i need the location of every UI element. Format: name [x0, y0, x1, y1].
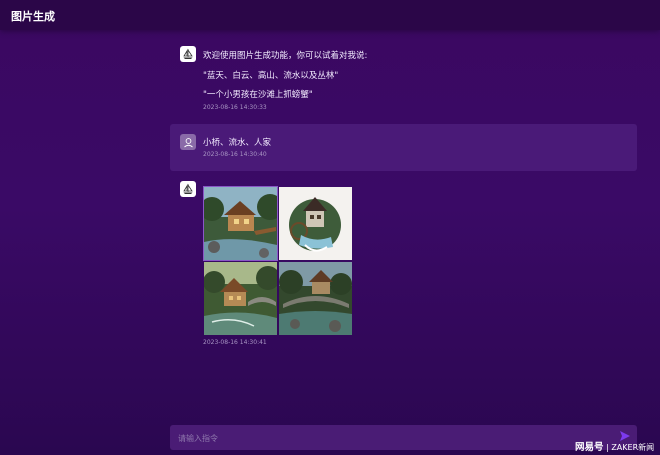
sailboat-icon: [183, 48, 193, 59]
watermark-source: ZAKER新闻: [611, 443, 655, 452]
page-title: 图片生成: [11, 10, 55, 23]
generated-image[interactable]: [279, 262, 352, 335]
generated-image[interactable]: [279, 187, 352, 260]
message-text: 小桥、流水、人家: [203, 138, 272, 148]
bot-avatar: [180, 46, 196, 62]
generated-image[interactable]: [203, 186, 278, 261]
user-avatar: [180, 134, 196, 150]
message-line: 欢迎使用图片生成功能，你可以试着对我说:: [203, 51, 368, 61]
bot-avatar: [180, 181, 196, 197]
top-bar: 图片生成: [0, 0, 660, 30]
message-line: "蓝天、白云、高山、流水以及丛林": [203, 71, 339, 81]
message-line: "一个小男孩在沙滩上抓螃蟹": [203, 90, 313, 100]
watermark-brand: 网易号: [575, 442, 604, 453]
watermark: 网易号 | ZAKER新闻: [575, 439, 654, 453]
sailboat-icon: [183, 183, 193, 194]
message-timestamp: 2023-08-16 14:30:40: [203, 151, 267, 158]
user-icon: [183, 137, 193, 147]
generated-image[interactable]: [204, 262, 277, 335]
prompt-input-bar: [170, 425, 637, 450]
watermark-divider: |: [606, 443, 609, 452]
prompt-input[interactable]: [176, 429, 600, 447]
message-timestamp: 2023-08-16 14:30:41: [203, 339, 267, 346]
message-timestamp: 2023-08-16 14:30:33: [203, 104, 267, 111]
